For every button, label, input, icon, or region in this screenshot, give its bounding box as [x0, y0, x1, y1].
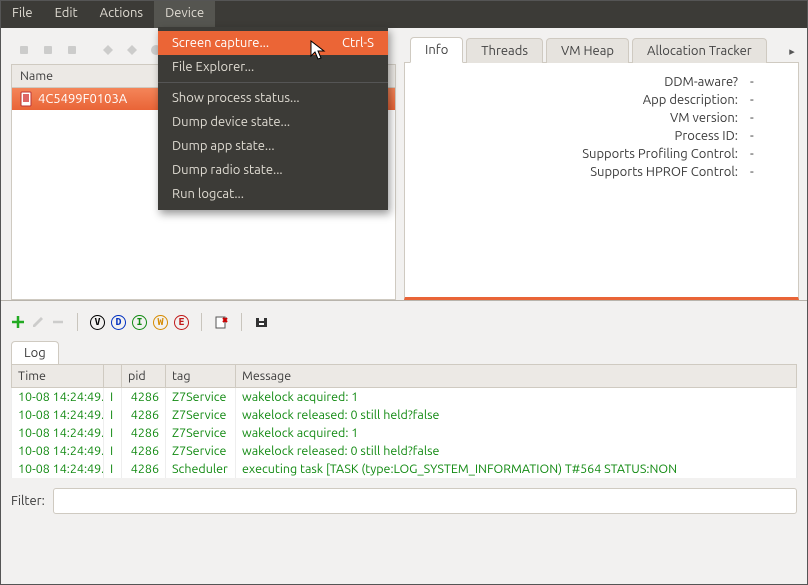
info-row: Supports Profiling Control:-: [423, 145, 780, 163]
log-row[interactable]: 10-08 14:24:49.I4286Z7Servicewakelock re…: [11, 442, 797, 460]
log-col-pid[interactable]: pid: [122, 365, 166, 388]
menubar: File Edit Actions Device: [1, 1, 807, 28]
log-row[interactable]: 10-08 14:24:49.I4286Z7Servicewakelock re…: [11, 406, 797, 424]
edit-filter-icon[interactable]: [31, 315, 45, 329]
menu-actions[interactable]: Actions: [89, 1, 154, 28]
menu-item-dump-radio-state[interactable]: Dump radio state...: [158, 158, 388, 182]
info-row: Process ID:-: [423, 127, 780, 145]
menu-separator: [158, 82, 388, 83]
log-row[interactable]: 10-08 14:24:49.I4286Schedulerexecuting t…: [11, 460, 797, 478]
export-log-icon[interactable]: [254, 315, 269, 330]
logcat-panel: V D I W E Log Time pid tag Message: [1, 301, 807, 524]
tab-info[interactable]: Info: [410, 37, 463, 63]
menu-item-label: Show process status...: [172, 91, 300, 105]
menu-item-run-logcat[interactable]: Run logcat...: [158, 182, 388, 206]
filter-row: Filter:: [11, 488, 797, 514]
logcat-toolbar: V D I W E: [11, 309, 797, 335]
update-heap-icon[interactable]: [39, 41, 57, 59]
info-key: Supports HPROF Control:: [538, 165, 738, 179]
menu-item-accel: Ctrl-S: [342, 36, 374, 50]
debug-icon[interactable]: [15, 41, 33, 59]
info-value: -: [750, 147, 780, 161]
info-key: DDM-aware?: [538, 75, 738, 89]
level-verbose-icon[interactable]: V: [90, 315, 105, 330]
filter-label: Filter:: [11, 494, 45, 508]
info-value: -: [750, 93, 780, 107]
info-tab-content: DDM-aware?- App description:- VM version…: [404, 63, 799, 300]
dump-hprof-icon[interactable]: [63, 41, 81, 59]
log-row[interactable]: 10-08 14:24:49.I4286Z7Servicewakelock ac…: [11, 388, 797, 406]
filter-input[interactable]: [53, 488, 797, 514]
info-pane: Info Threads VM Heap Allocation Tracker …: [396, 28, 807, 300]
info-key: Supports Profiling Control:: [538, 147, 738, 161]
menu-item-label: Screen capture...: [172, 36, 269, 50]
add-filter-icon[interactable]: [11, 315, 25, 329]
log-body[interactable]: 10-08 14:24:49.I4286Z7Servicewakelock ac…: [11, 388, 797, 478]
log-table: Time pid tag Message 10-08 14:24:49.I428…: [11, 364, 797, 478]
log-header-row: Time pid tag Message: [12, 365, 797, 388]
tab-vm-heap[interactable]: VM Heap: [546, 38, 629, 63]
menu-item-label: Run logcat...: [172, 187, 244, 201]
log-col-level[interactable]: [104, 365, 122, 388]
tab-allocation-tracker[interactable]: Allocation Tracker: [632, 38, 767, 63]
clear-log-icon[interactable]: [214, 315, 229, 330]
device-id: 4C5499F0103A: [38, 92, 127, 106]
menu-item-label: Dump device state...: [172, 115, 290, 129]
menu-item-label: Dump app state...: [172, 139, 275, 153]
level-warn-icon[interactable]: W: [153, 315, 168, 330]
tab-overflow-right-icon[interactable]: ▸: [785, 45, 799, 62]
level-error-icon[interactable]: E: [174, 315, 189, 330]
log-col-time[interactable]: Time: [12, 365, 104, 388]
info-value: -: [750, 129, 780, 143]
menu-item-screen-capture[interactable]: Screen capture... Ctrl-S: [158, 31, 388, 55]
level-debug-icon[interactable]: D: [111, 315, 126, 330]
menu-item-show-process-status[interactable]: Show process status...: [158, 86, 388, 110]
log-col-message[interactable]: Message: [236, 365, 797, 388]
info-tabstrip: Info Threads VM Heap Allocation Tracker …: [404, 36, 799, 63]
info-value: -: [750, 111, 780, 125]
tab-threads[interactable]: Threads: [466, 38, 543, 63]
log-tabstrip: Log: [11, 341, 797, 364]
log-level-filters: V D I W E: [90, 315, 189, 330]
info-key: VM version:: [538, 111, 738, 125]
info-key: Process ID:: [538, 129, 738, 143]
update-threads-icon[interactable]: [123, 41, 141, 59]
menu-item-file-explorer[interactable]: File Explorer...: [158, 55, 388, 79]
info-row: App description:-: [423, 91, 780, 109]
info-value: -: [750, 75, 780, 89]
info-row: DDM-aware?-: [423, 73, 780, 91]
info-row: VM version:-: [423, 109, 780, 127]
device-menu-dropdown: Screen capture... Ctrl-S File Explorer..…: [158, 27, 388, 210]
menu-item-dump-app-state[interactable]: Dump app state...: [158, 134, 388, 158]
info-key: App description:: [538, 93, 738, 107]
cause-gc-icon[interactable]: [99, 41, 117, 59]
menu-file[interactable]: File: [1, 1, 44, 28]
delete-filter-icon[interactable]: [51, 315, 65, 329]
menu-item-label: Dump radio state...: [172, 163, 283, 177]
menu-edit[interactable]: Edit: [44, 1, 89, 28]
menu-device[interactable]: Device: [154, 1, 215, 28]
log-col-tag[interactable]: tag: [166, 365, 236, 388]
info-value: -: [750, 165, 780, 179]
menu-item-label: File Explorer...: [172, 60, 254, 74]
log-row[interactable]: 10-08 14:24:49.I4286Z7Servicewakelock ac…: [11, 424, 797, 442]
menu-item-dump-device-state[interactable]: Dump device state...: [158, 110, 388, 134]
top-panel: Name 4C5499F0103A Info Threads VM Heap A…: [1, 28, 807, 301]
info-row: Supports HPROF Control:-: [423, 163, 780, 181]
tab-log[interactable]: Log: [11, 341, 59, 364]
device-icon: [20, 91, 32, 107]
level-info-icon[interactable]: I: [132, 315, 147, 330]
